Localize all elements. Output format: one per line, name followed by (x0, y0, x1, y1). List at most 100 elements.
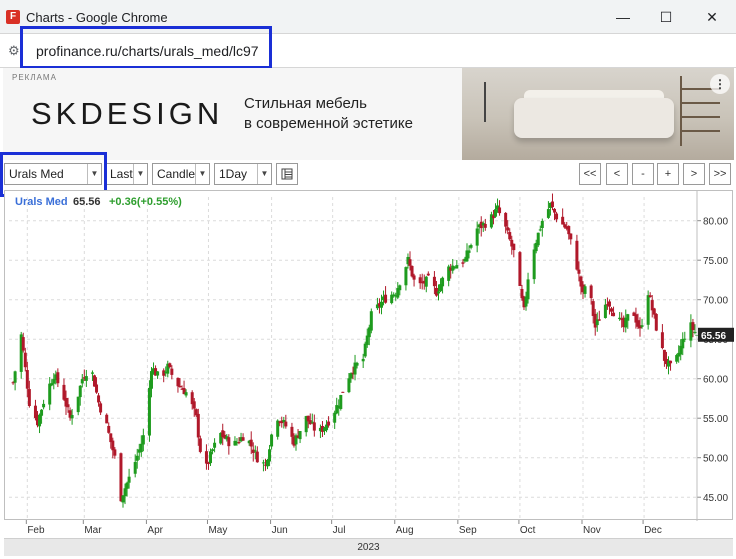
candle-body (327, 421, 331, 426)
candle-body (553, 208, 557, 213)
candle (206, 461, 210, 470)
candle (536, 232, 540, 248)
candle (42, 399, 46, 410)
candle-body (213, 442, 217, 448)
candle-body (196, 413, 200, 438)
candle-body (206, 463, 210, 465)
candle-body (379, 301, 383, 308)
candle-body (125, 482, 129, 489)
candle-body (577, 269, 581, 274)
ad-text-line-2: в современной эстетике (244, 115, 413, 132)
candle-body (640, 325, 644, 327)
zoom-out-button[interactable]: - (632, 163, 654, 185)
ad-menu-icon[interactable]: ⋮ (710, 74, 730, 94)
candle-body (660, 332, 664, 349)
candle-body (76, 396, 80, 413)
scroll-start-button[interactable]: << (579, 163, 601, 185)
app-icon: F (6, 10, 20, 24)
ad-text: Стильная мебель в современной эстетике (244, 94, 413, 134)
candle-body (583, 286, 587, 294)
candlestick-chart[interactable]: 45.0050.0055.0060.0065.0070.0075.0080.00… (5, 191, 734, 521)
x-tick-label: May (208, 525, 227, 536)
interval-select[interactable]: 1Day ▼ (214, 163, 272, 185)
candle-body (48, 383, 52, 405)
candle-body (141, 435, 145, 445)
candle-body (105, 414, 109, 424)
candle-body (333, 412, 337, 423)
candle-body (369, 311, 373, 331)
candle (493, 203, 497, 218)
candle (489, 211, 493, 229)
candle (479, 216, 483, 237)
candle (62, 378, 66, 401)
minimize-button[interactable]: — (603, 4, 643, 30)
candle-body (498, 207, 502, 214)
candle-body (176, 377, 180, 387)
candle-body (691, 322, 695, 331)
candle (198, 435, 202, 454)
candle-body (156, 371, 160, 376)
candle-body (123, 488, 127, 497)
window-title: Charts - Google Chrome (26, 10, 168, 25)
candle (498, 200, 502, 216)
candle (512, 243, 516, 258)
candle-body (398, 285, 402, 291)
candle-body (546, 209, 550, 218)
candle-body (95, 384, 99, 393)
maximize-button[interactable]: ☐ (646, 4, 686, 30)
candle-body (603, 304, 607, 318)
candle (13, 370, 17, 391)
scroll-end-button[interactable]: >> (709, 163, 731, 185)
candle-body (62, 384, 66, 400)
chevron-down-icon: ▼ (195, 164, 209, 184)
price-type-select[interactable]: Last ▼ (105, 163, 148, 185)
scroll-right-button[interactable]: > (683, 163, 705, 185)
candle-body (276, 420, 280, 437)
candle-body (147, 387, 151, 436)
y-tick-label: 75.00 (703, 256, 728, 267)
chart-type-select[interactable]: Candle ▼ (152, 163, 210, 185)
candle (412, 273, 416, 287)
ad-banner[interactable]: РЕКЛАМА SKDESIGN Стильная мебель в совре… (3, 68, 734, 160)
ad-photo: ⋮ (462, 68, 734, 160)
candle-body (493, 209, 497, 217)
candle (451, 258, 455, 274)
candle (455, 259, 459, 269)
candle (38, 413, 42, 434)
candle (23, 347, 27, 372)
candle (569, 233, 573, 245)
scroll-left-button[interactable]: < (606, 163, 628, 185)
candle (662, 349, 666, 367)
candle-body (652, 308, 656, 315)
candle-body (504, 212, 508, 227)
candle (76, 396, 80, 416)
x-tick-label: Sep (459, 525, 477, 536)
zoom-in-button[interactable]: + (657, 163, 679, 185)
candle-body (209, 451, 213, 464)
chart-area[interactable]: 45.0050.0055.0060.0065.0070.0075.0080.00… (4, 190, 734, 521)
year-label: 2023 (4, 538, 733, 556)
candle (176, 377, 180, 393)
close-button[interactable]: ✕ (692, 4, 732, 30)
candle-body (683, 338, 687, 340)
candle-body (192, 401, 196, 409)
y-tick-label: 55.00 (703, 414, 728, 425)
list-icon[interactable] (276, 163, 298, 185)
ad-text-line-1: Стильная мебель (244, 95, 367, 112)
candle (603, 298, 607, 319)
candle-body (133, 462, 137, 474)
candle-body (40, 409, 44, 416)
lamp-shape (484, 82, 498, 122)
candle (418, 274, 422, 289)
candle-body (25, 370, 29, 389)
candle-body (66, 404, 70, 408)
ad-brand-logo: SKDESIGN (31, 96, 224, 131)
candle (166, 360, 170, 378)
candle-body (227, 437, 231, 447)
candle-body (526, 279, 530, 300)
candle-body (38, 414, 42, 427)
candle-body (506, 227, 510, 231)
site-settings-icon[interactable]: ⚙ (8, 43, 20, 59)
chart-grid (9, 197, 697, 521)
candle (255, 446, 259, 463)
